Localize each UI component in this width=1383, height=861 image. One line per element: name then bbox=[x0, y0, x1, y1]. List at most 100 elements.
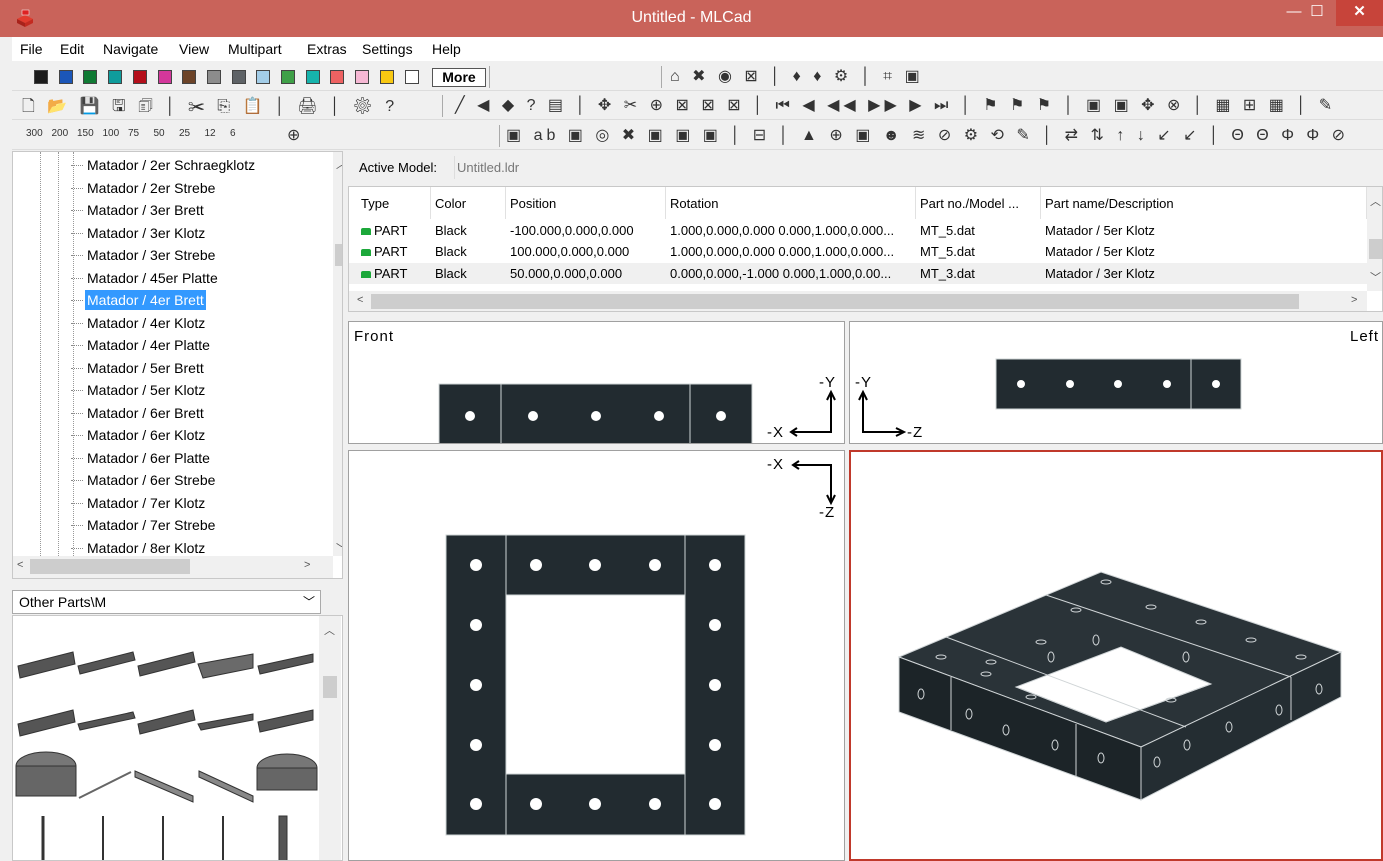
table-row[interactable]: PART Black -100.000,0.000,0.000 1.000,0.000… bbox=[349, 220, 1367, 241]
column-header-rotation[interactable]: Rotation bbox=[666, 187, 916, 219]
tree-item[interactable]: Matador / 4er Klotz bbox=[70, 313, 207, 333]
color-swatch[interactable] bbox=[355, 70, 370, 84]
tree-item[interactable]: Matador / 4er Platte bbox=[71, 335, 212, 355]
scroll-left-icon[interactable]: < bbox=[17, 559, 23, 571]
menu-multipart[interactable]: Multipart bbox=[228, 41, 282, 57]
parts-category-select[interactable]: Other Parts\M ﹀ bbox=[12, 590, 321, 614]
file-edit-icons[interactable]: 🗋 📂 💾 🖫 🗊 │ ✂ ⎘ 📋 │ 🖨 │ ⚙ ? bbox=[22, 95, 398, 122]
tree-item[interactable]: Matador / 7er Klotz bbox=[70, 493, 207, 513]
scroll-right-icon[interactable]: > bbox=[304, 559, 310, 571]
top-view[interactable]: -X -Z bbox=[348, 450, 845, 861]
scroll-thumb[interactable] bbox=[30, 559, 190, 574]
scroll-thumb[interactable] bbox=[1369, 239, 1382, 259]
parts-preview-panel[interactable]: ︿ bbox=[12, 615, 343, 861]
color-swatch[interactable] bbox=[58, 70, 73, 84]
color-swatch[interactable] bbox=[206, 70, 221, 84]
zoom-150-button[interactable]: 150 bbox=[77, 128, 94, 139]
tree-item[interactable]: Matador / 5er Klotz bbox=[70, 380, 207, 400]
column-header-position[interactable]: Position bbox=[506, 187, 666, 219]
scroll-up-icon[interactable]: ︿ bbox=[1370, 193, 1381, 209]
zoom-200-button[interactable]: 200 bbox=[52, 128, 69, 139]
scroll-down-icon[interactable]: ﹀ bbox=[336, 540, 342, 556]
color-swatch[interactable] bbox=[231, 70, 246, 84]
color-swatch[interactable] bbox=[132, 70, 147, 84]
model-parts-table[interactable]: Type Color Position Rotation Part no./Mo… bbox=[348, 186, 1383, 312]
menu-view[interactable]: View bbox=[179, 41, 209, 57]
table-horizontal-scrollbar[interactable]: < > bbox=[349, 291, 1367, 311]
scroll-thumb[interactable] bbox=[335, 244, 342, 266]
tree-item[interactable]: Matador / 3er Strebe bbox=[70, 245, 217, 265]
tree-item[interactable]: Matador / 6er Klotz bbox=[70, 425, 207, 445]
color-swatch[interactable] bbox=[157, 70, 172, 84]
zoom-300-button[interactable]: 300 bbox=[26, 128, 43, 139]
column-header-part-no[interactable]: Part no./Model ... bbox=[916, 187, 1041, 219]
active-model-select[interactable]: Untitled.ldr bbox=[454, 156, 1383, 179]
cell-type-text: PART bbox=[374, 265, 408, 281]
tree-item[interactable]: Matador / 2er Schraegklotz bbox=[70, 155, 257, 175]
tree-item[interactable]: Matador / 6er Brett bbox=[71, 403, 206, 423]
zoom-100-button[interactable]: 100 bbox=[103, 128, 120, 139]
tree-item[interactable]: Matador / 45er Platte bbox=[71, 268, 220, 288]
color-swatch[interactable] bbox=[256, 70, 271, 84]
column-header-description[interactable]: Part name/Description bbox=[1041, 187, 1367, 219]
tree-item[interactable]: Matador / 7er Strebe bbox=[70, 515, 217, 535]
zoom-25-button[interactable]: 25 bbox=[179, 128, 190, 139]
color-swatch[interactable] bbox=[182, 70, 197, 84]
color-swatch[interactable] bbox=[281, 70, 295, 84]
edit-tool-icons[interactable]: ╱ ◀ ◆ ? ▤ │ ✥ ✂ ⊕ ⊠ ⊠ ⊠ │ ⏮ ◀ ◀◀ ▶▶ ▶ ⏭ … bbox=[455, 95, 1336, 115]
tree-vertical-scrollbar[interactable]: ︿ ﹀ bbox=[333, 152, 342, 556]
tree-item[interactable]: Matador / 6er Platte bbox=[71, 448, 212, 468]
cell-part-no: MT_5.dat bbox=[920, 244, 975, 260]
menu-navigate[interactable]: Navigate bbox=[103, 41, 158, 57]
column-header-type[interactable]: Type bbox=[357, 187, 431, 219]
zoom-6-button[interactable]: 6 bbox=[230, 128, 236, 139]
color-swatch[interactable] bbox=[379, 70, 394, 84]
tree-horizontal-scrollbar[interactable]: < > bbox=[13, 556, 333, 578]
tree-item[interactable]: Matador / 2er Strebe bbox=[70, 178, 217, 198]
menu-help[interactable]: Help bbox=[432, 41, 461, 57]
menu-extras[interactable]: Extras bbox=[307, 41, 347, 57]
color-swatch[interactable] bbox=[305, 70, 320, 84]
left-view[interactable]: Left -Z -Y bbox=[849, 321, 1383, 444]
helper-tool-icons[interactable]: ⌂ ✖ ◉ ⊠ │ ♦ ♦ ⚙ │ ⌗ ▣ bbox=[670, 66, 924, 86]
part-tool-icons[interactable]: ▣ ab ▣ ◎ ✖ ▣ ▣ ▣ │ ⊟ │ ▲ ⊕ ▣ ☻ ≋ ⊘ ⚙ ⟲ ✎… bbox=[506, 125, 1349, 145]
color-swatch[interactable] bbox=[34, 70, 48, 84]
scroll-right-icon[interactable]: > bbox=[1351, 294, 1357, 306]
tree-item[interactable]: Matador / 8er Klotz bbox=[70, 538, 207, 558]
menu-edit[interactable]: Edit bbox=[60, 41, 84, 57]
close-button[interactable]: ✕ bbox=[1336, 0, 1383, 26]
front-view[interactable]: Front -X -Y bbox=[348, 321, 845, 444]
tree-item[interactable]: Matador / 5er Brett bbox=[71, 358, 206, 378]
color-swatch[interactable] bbox=[108, 70, 123, 84]
3d-view[interactable] bbox=[849, 450, 1383, 861]
maximize-button[interactable]: ☐ bbox=[1302, 0, 1332, 26]
zoom-12-button[interactable]: 12 bbox=[205, 128, 216, 139]
table-row[interactable]: PART Black 100.000,0.000,0.000 1.000,0.000,… bbox=[349, 241, 1367, 262]
tree-item[interactable]: Matador / 4er Brett bbox=[71, 290, 206, 310]
zoom-window-icon[interactable]: ⊕ bbox=[287, 125, 304, 145]
table-row[interactable]: PART Black 50.000,0.000,0.000 0.000,0.000,-… bbox=[349, 262, 1367, 284]
preview-vertical-scrollbar[interactable]: ︿ bbox=[319, 616, 341, 860]
parts-tree[interactable]: Matador / 2er Schraegklotz Matador / 2er … bbox=[12, 151, 343, 579]
scroll-left-icon[interactable]: < bbox=[357, 294, 363, 306]
tree-item[interactable]: Matador / 3er Brett bbox=[71, 200, 206, 220]
scroll-up-icon[interactable]: ︿ bbox=[336, 156, 342, 172]
more-colors-button[interactable]: More bbox=[432, 68, 486, 87]
color-swatch[interactable] bbox=[404, 70, 419, 84]
scroll-up-icon[interactable]: ︿ bbox=[324, 622, 335, 638]
menu-file[interactable]: File bbox=[20, 41, 43, 57]
color-swatch[interactable] bbox=[330, 70, 345, 84]
tree-item[interactable]: Matador / 6er Strebe bbox=[70, 470, 217, 490]
scroll-down-icon[interactable]: ﹀ bbox=[1370, 269, 1381, 285]
zoom-75-button[interactable]: 75 bbox=[128, 128, 139, 139]
scroll-thumb[interactable] bbox=[323, 676, 337, 698]
menu-settings[interactable]: Settings bbox=[362, 41, 413, 57]
column-header-color[interactable]: Color bbox=[431, 187, 506, 219]
table-vertical-scrollbar[interactable]: ︿ ﹀ bbox=[1367, 187, 1382, 291]
tree-item[interactable]: Matador / 3er Klotz bbox=[70, 223, 207, 243]
scroll-thumb[interactable] bbox=[371, 294, 1299, 309]
zoom-50-button[interactable]: 50 bbox=[154, 128, 165, 139]
color-swatch[interactable] bbox=[83, 70, 98, 84]
chevron-down-icon[interactable]: ﹀ bbox=[303, 593, 315, 610]
menu-bar: File Edit Navigate View Multipart Extras… bbox=[12, 37, 1383, 61]
